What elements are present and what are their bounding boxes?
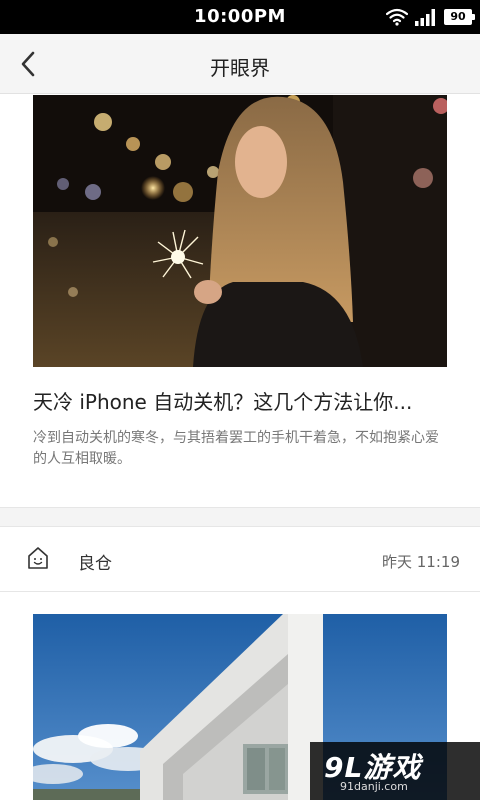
house-smile-icon (28, 547, 48, 569)
watermark: 9L游戏 91danji.com (310, 742, 480, 800)
watermark-url: 91danji.com (340, 780, 408, 793)
page-title: 开眼界 (210, 56, 270, 80)
article-title[interactable]: 天冷 iPhone 自动关机？这几个方法让你... (33, 386, 447, 415)
article-image[interactable] (33, 95, 447, 367)
battery-icon: 90 (444, 9, 475, 25)
author-row[interactable]: 良仓 昨天 11:19 (0, 527, 480, 592)
article-description: 冷到自动关机的寒冬，与其捂着罢工的手机干着急，不如抱紧心爱的人互相取暖。 (33, 430, 439, 467)
section-divider (0, 507, 480, 527)
author-name[interactable]: 良仓 (78, 549, 112, 574)
post-time: 昨天 11:19 (382, 553, 460, 571)
article-feed[interactable]: 天冷 iPhone 自动关机？这几个方法让你... 冷到自动关机的寒冬，与其捂着… (0, 95, 480, 800)
wifi-icon (386, 8, 408, 26)
status-icons: 90 (386, 7, 475, 27)
article-card[interactable]: 天冷 iPhone 自动关机？这几个方法让你... 冷到自动关机的寒冬，与其捂着… (0, 95, 480, 507)
nav-bar: 开眼界 (0, 34, 480, 94)
status-bar: 10:00PM 90 (0, 0, 480, 34)
signal-icon (415, 9, 435, 26)
